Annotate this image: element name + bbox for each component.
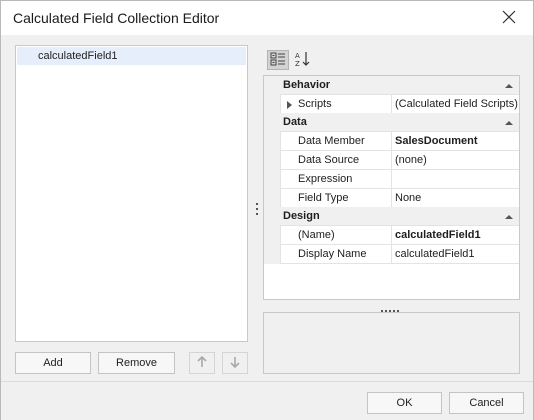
property-name: Expression (298, 173, 353, 185)
property-value: SalesDocument (395, 135, 478, 147)
property-row-scripts[interactable]: Scripts (Calculated Field Scripts) (280, 94, 519, 113)
property-value: calculatedField1 (395, 248, 475, 260)
window-title: Calculated Field Collection Editor (13, 10, 220, 26)
dialog-footer: OK Cancel (1, 381, 533, 420)
property-value: calculatedField1 (395, 229, 481, 241)
sort-alphabetical-icon: A Z (295, 51, 311, 70)
expand-icon[interactable] (287, 100, 292, 112)
categorized-icon (270, 52, 286, 69)
panel-splitter[interactable] (255, 203, 259, 217)
property-name: (Name) (298, 229, 335, 241)
move-up-button[interactable] (189, 352, 215, 374)
property-value: None (395, 192, 422, 204)
property-row-data-member[interactable]: Data Member SalesDocument (280, 131, 519, 150)
alphabetical-button[interactable]: A Z (292, 50, 314, 70)
property-value: (none) (395, 154, 427, 166)
svg-text:A: A (295, 52, 300, 60)
svg-text:Z: Z (295, 60, 300, 67)
fields-list[interactable]: calculatedField1 (15, 45, 248, 342)
remove-button[interactable]: Remove (98, 352, 175, 374)
category-design[interactable]: Design (264, 207, 519, 225)
property-name: Data Member (298, 135, 365, 147)
description-panel (263, 312, 520, 374)
property-row-field-type[interactable]: Field Type None (280, 188, 519, 207)
cancel-button[interactable]: Cancel (449, 392, 524, 414)
property-name: Scripts (298, 98, 332, 110)
category-behavior[interactable]: Behavior (264, 76, 519, 94)
property-name: Display Name (298, 248, 367, 260)
dialog-window: Calculated Field Collection Editor calcu… (0, 0, 534, 420)
arrow-up-icon (196, 355, 208, 371)
property-row-name[interactable]: (Name) calculatedField1 (280, 225, 519, 244)
property-row-data-source[interactable]: Data Source (none) (280, 150, 519, 169)
list-item-label: calculatedField1 (38, 50, 118, 62)
title-bar: Calculated Field Collection Editor (1, 1, 533, 35)
list-item[interactable]: calculatedField1 (17, 47, 246, 65)
property-name: Field Type (298, 192, 349, 204)
property-row-expression[interactable]: Expression (280, 169, 519, 188)
category-label: Behavior (283, 79, 331, 91)
categorized-button[interactable] (267, 50, 289, 70)
category-data[interactable]: Data (264, 113, 519, 131)
collapse-icon[interactable] (505, 117, 513, 129)
category-label: Data (283, 116, 307, 128)
close-button[interactable] (499, 7, 519, 27)
collapse-icon[interactable] (505, 211, 513, 223)
property-grid: Behavior Scripts (Calculated Field Scrip… (263, 75, 520, 300)
category-label: Design (283, 210, 320, 222)
collapse-icon[interactable] (505, 80, 513, 92)
property-row-display-name[interactable]: Display Name calculatedField1 (280, 244, 519, 264)
ok-button[interactable]: OK (367, 392, 442, 414)
arrow-down-icon (229, 356, 241, 371)
move-down-button[interactable] (222, 352, 248, 374)
property-value: (Calculated Field Scripts) (395, 98, 518, 110)
property-name: Data Source (298, 154, 360, 166)
description-splitter[interactable] (381, 304, 401, 312)
close-icon (499, 7, 519, 27)
add-button[interactable]: Add (15, 352, 91, 374)
